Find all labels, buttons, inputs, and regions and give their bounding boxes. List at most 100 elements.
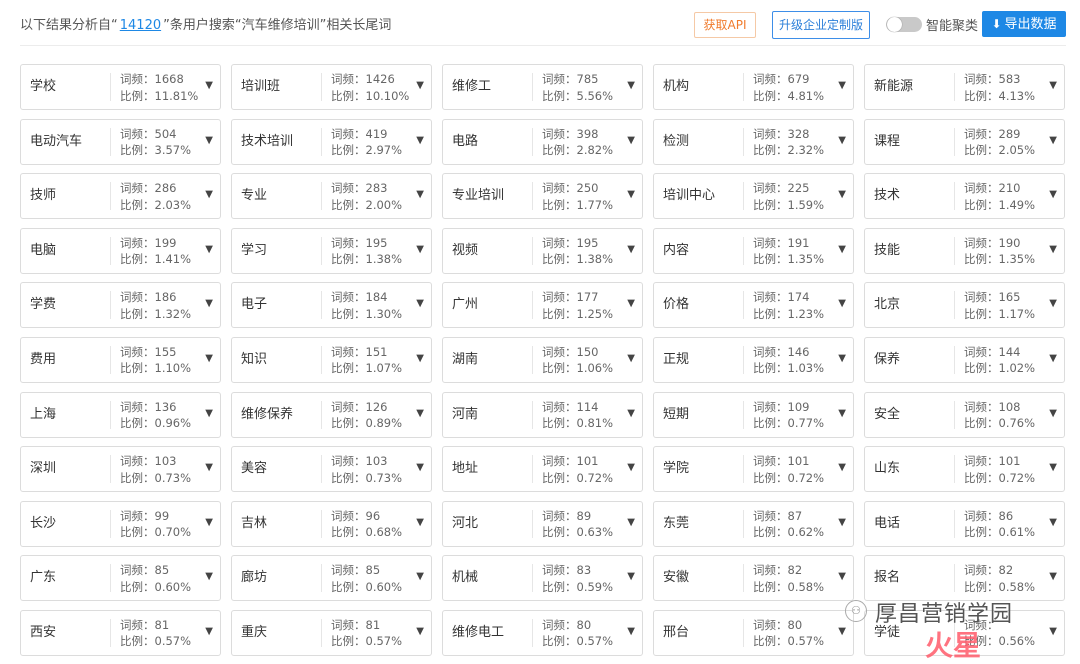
- keyword-card[interactable]: 河北 词频：89 比例：0.63% ▼: [442, 500, 643, 547]
- expand-caret-icon[interactable]: ▼: [627, 298, 635, 309]
- keyword-card[interactable]: 费用 词频：155 比例：1.10% ▼: [20, 336, 221, 383]
- keyword-card[interactable]: 维修工 词频：785 比例：5.56% ▼: [442, 64, 643, 110]
- expand-caret-icon[interactable]: ▼: [416, 517, 424, 528]
- expand-caret-icon[interactable]: ▼: [416, 244, 424, 255]
- keyword-card[interactable]: 安全 词频：108 比例：0.76% ▼: [864, 391, 1065, 438]
- keyword-card[interactable]: 邢台 词频：80 比例：0.57% ▼: [653, 609, 854, 656]
- keyword-card[interactable]: 学院 词频：101 比例：0.72% ▼: [653, 446, 854, 493]
- smart-cluster-toggle[interactable]: [886, 17, 922, 32]
- expand-caret-icon[interactable]: ▼: [838, 244, 846, 255]
- keyword-card[interactable]: 机械 词频：83 比例：0.59% ▼: [442, 555, 643, 602]
- expand-caret-icon[interactable]: ▼: [1049, 517, 1057, 528]
- expand-caret-icon[interactable]: ▼: [838, 135, 846, 146]
- expand-caret-icon[interactable]: ▼: [205, 353, 213, 364]
- expand-caret-icon[interactable]: ▼: [416, 298, 424, 309]
- expand-caret-icon[interactable]: ▼: [416, 626, 424, 637]
- expand-caret-icon[interactable]: ▼: [627, 571, 635, 582]
- keyword-card[interactable]: 视频 词频：195 比例：1.38% ▼: [442, 227, 643, 274]
- expand-caret-icon[interactable]: ▼: [416, 80, 424, 91]
- get-api-button[interactable]: 获取API: [694, 12, 756, 38]
- keyword-card[interactable]: 安徽 词频：82 比例：0.58% ▼: [653, 555, 854, 602]
- expand-caret-icon[interactable]: ▼: [205, 80, 213, 91]
- keyword-card[interactable]: 机构 词频：679 比例：4.81% ▼: [653, 64, 854, 110]
- keyword-card[interactable]: 山东 词频：101 比例：0.72% ▼: [864, 446, 1065, 493]
- keyword-card[interactable]: 湖南 词频：150 比例：1.06% ▼: [442, 336, 643, 383]
- export-data-button[interactable]: ⬇ 导出数据: [982, 11, 1066, 37]
- expand-caret-icon[interactable]: ▼: [1049, 571, 1057, 582]
- expand-caret-icon[interactable]: ▼: [627, 189, 635, 200]
- record-count-link[interactable]: 14120: [120, 18, 161, 33]
- keyword-card[interactable]: 专业培训 词频：250 比例：1.77% ▼: [442, 173, 643, 220]
- expand-caret-icon[interactable]: ▼: [205, 462, 213, 473]
- keyword-card[interactable]: 技能 词频：190 比例：1.35% ▼: [864, 227, 1065, 274]
- expand-caret-icon[interactable]: ▼: [627, 80, 635, 91]
- keyword-card[interactable]: 培训班 词频：1426 比例：10.10% ▼: [231, 64, 432, 110]
- keyword-card[interactable]: 东莞 词频：87 比例：0.62% ▼: [653, 500, 854, 547]
- expand-caret-icon[interactable]: ▼: [838, 462, 846, 473]
- expand-caret-icon[interactable]: ▼: [1049, 244, 1057, 255]
- expand-caret-icon[interactable]: ▼: [627, 135, 635, 146]
- expand-caret-icon[interactable]: ▼: [1049, 189, 1057, 200]
- expand-caret-icon[interactable]: ▼: [1049, 298, 1057, 309]
- keyword-card[interactable]: 廊坊 词频：85 比例：0.60% ▼: [231, 555, 432, 602]
- keyword-card[interactable]: 吉林 词频：96 比例：0.68% ▼: [231, 500, 432, 547]
- keyword-card[interactable]: 新能源 词频：583 比例：4.13% ▼: [864, 64, 1065, 110]
- keyword-card[interactable]: 学校 词频：1668 比例：11.81% ▼: [20, 64, 221, 110]
- expand-caret-icon[interactable]: ▼: [205, 626, 213, 637]
- keyword-card[interactable]: 广东 词频：85 比例：0.60% ▼: [20, 555, 221, 602]
- keyword-card[interactable]: 深圳 词频：103 比例：0.73% ▼: [20, 446, 221, 493]
- keyword-card[interactable]: 西安 词频：81 比例：0.57% ▼: [20, 609, 221, 656]
- keyword-card[interactable]: 知识 词频：151 比例：1.07% ▼: [231, 336, 432, 383]
- expand-caret-icon[interactable]: ▼: [838, 353, 846, 364]
- expand-caret-icon[interactable]: ▼: [205, 517, 213, 528]
- expand-caret-icon[interactable]: ▼: [416, 135, 424, 146]
- keyword-card[interactable]: 电路 词频：398 比例：2.82% ▼: [442, 118, 643, 165]
- expand-caret-icon[interactable]: ▼: [1049, 353, 1057, 364]
- keyword-card[interactable]: 技师 词频：286 比例：2.03% ▼: [20, 173, 221, 220]
- expand-caret-icon[interactable]: ▼: [838, 298, 846, 309]
- keyword-card[interactable]: 电话 词频：86 比例：0.61% ▼: [864, 500, 1065, 547]
- expand-caret-icon[interactable]: ▼: [627, 462, 635, 473]
- expand-caret-icon[interactable]: ▼: [627, 626, 635, 637]
- keyword-card[interactable]: 正规 词频：146 比例：1.03% ▼: [653, 336, 854, 383]
- keyword-card[interactable]: 课程 词频：289 比例：2.05% ▼: [864, 118, 1065, 165]
- expand-caret-icon[interactable]: ▼: [416, 408, 424, 419]
- keyword-card[interactable]: 河南 词频：114 比例：0.81% ▼: [442, 391, 643, 438]
- expand-caret-icon[interactable]: ▼: [1049, 462, 1057, 473]
- keyword-card[interactable]: 长沙 词频：99 比例：0.70% ▼: [20, 500, 221, 547]
- keyword-card[interactable]: 培训中心 词频：225 比例：1.59% ▼: [653, 173, 854, 220]
- keyword-card[interactable]: 上海 词频：136 比例：0.96% ▼: [20, 391, 221, 438]
- keyword-card[interactable]: 广州 词频：177 比例：1.25% ▼: [442, 282, 643, 329]
- expand-caret-icon[interactable]: ▼: [205, 189, 213, 200]
- expand-caret-icon[interactable]: ▼: [205, 408, 213, 419]
- expand-caret-icon[interactable]: ▼: [416, 571, 424, 582]
- keyword-card[interactable]: 电脑 词频：199 比例：1.41% ▼: [20, 227, 221, 274]
- keyword-card[interactable]: 学费 词频：186 比例：1.32% ▼: [20, 282, 221, 329]
- expand-caret-icon[interactable]: ▼: [1049, 135, 1057, 146]
- expand-caret-icon[interactable]: ▼: [838, 571, 846, 582]
- keyword-card[interactable]: 检测 词频：328 比例：2.32% ▼: [653, 118, 854, 165]
- expand-caret-icon[interactable]: ▼: [838, 408, 846, 419]
- keyword-card[interactable]: 学习 词频：195 比例：1.38% ▼: [231, 227, 432, 274]
- keyword-card[interactable]: 地址 词频：101 比例：0.72% ▼: [442, 446, 643, 493]
- expand-caret-icon[interactable]: ▼: [838, 189, 846, 200]
- expand-caret-icon[interactable]: ▼: [205, 298, 213, 309]
- expand-caret-icon[interactable]: ▼: [838, 517, 846, 528]
- keyword-card[interactable]: 技术培训 词频：419 比例：2.97% ▼: [231, 118, 432, 165]
- expand-caret-icon[interactable]: ▼: [205, 244, 213, 255]
- expand-caret-icon[interactable]: ▼: [838, 80, 846, 91]
- expand-caret-icon[interactable]: ▼: [1049, 80, 1057, 91]
- keyword-card[interactable]: 电子 词频：184 比例：1.30% ▼: [231, 282, 432, 329]
- expand-caret-icon[interactable]: ▼: [416, 189, 424, 200]
- keyword-card[interactable]: 内容 词频：191 比例：1.35% ▼: [653, 227, 854, 274]
- upgrade-enterprise-button[interactable]: 升级企业定制版: [772, 11, 870, 39]
- expand-caret-icon[interactable]: ▼: [205, 571, 213, 582]
- expand-caret-icon[interactable]: ▼: [627, 517, 635, 528]
- expand-caret-icon[interactable]: ▼: [205, 135, 213, 146]
- expand-caret-icon[interactable]: ▼: [627, 353, 635, 364]
- expand-caret-icon[interactable]: ▼: [627, 244, 635, 255]
- keyword-card[interactable]: 维修电工 词频：80 比例：0.57% ▼: [442, 609, 643, 656]
- keyword-card[interactable]: 北京 词频：165 比例：1.17% ▼: [864, 282, 1065, 329]
- keyword-card[interactable]: 技术 词频：210 比例：1.49% ▼: [864, 173, 1065, 220]
- keyword-card[interactable]: 短期 词频：109 比例：0.77% ▼: [653, 391, 854, 438]
